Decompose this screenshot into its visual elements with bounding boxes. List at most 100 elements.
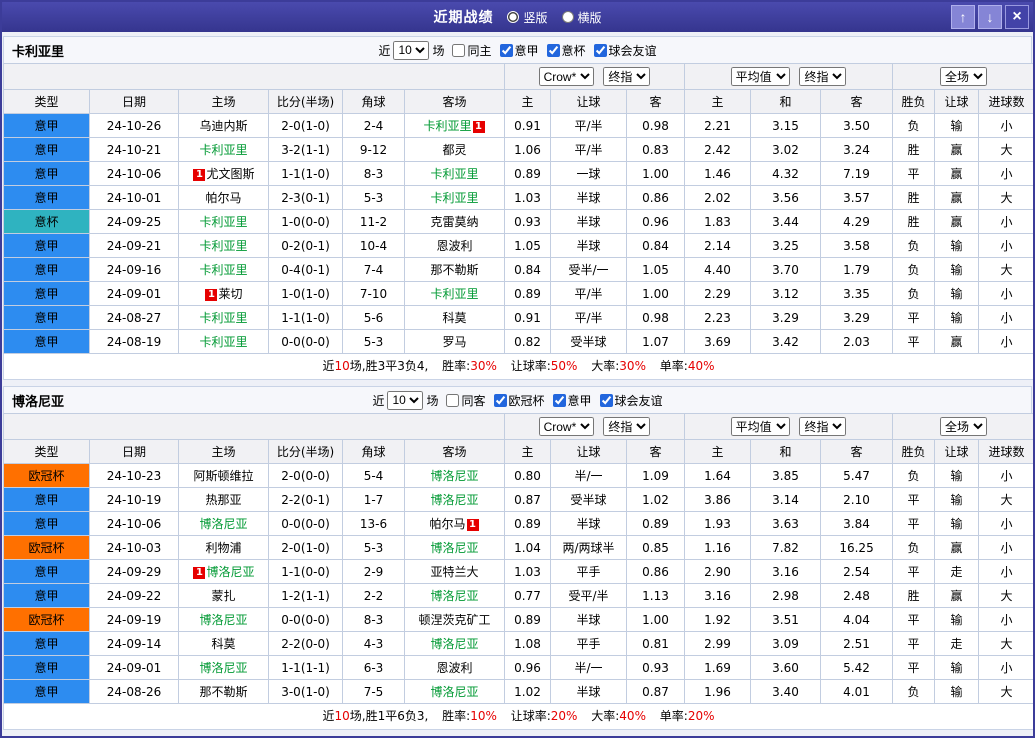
home-team: 利物浦	[178, 535, 269, 560]
recent-count-select[interactable]: 10	[387, 390, 424, 410]
same-venue-checkbox[interactable]	[446, 393, 460, 407]
filter-ucl[interactable]: 欧冠杯	[493, 392, 545, 409]
closing-odds-select[interactable]: 终指	[603, 417, 651, 436]
match-row: 意甲 24-09-21 卡利亚里 0-2(0-1) 10-4 恩波利 1.05 半球 0.84 2…	[3, 233, 1033, 258]
average-select[interactable]: 平均值	[730, 67, 790, 86]
match-row: 意甲 24-09-16 卡利亚里 0-4(0-1) 7-4 那不勒斯 0.84 受半/一 1.0…	[3, 257, 1033, 282]
horizontal-radio[interactable]	[561, 11, 574, 23]
filter-coppa[interactable]: 意杯	[546, 42, 586, 59]
scroll-down-button[interactable]: ↓	[978, 5, 1002, 29]
result-handicap: 走	[934, 631, 980, 656]
layout-option-horizontal[interactable]: 横版	[561, 9, 602, 26]
filter-serie-a[interactable]: 意甲	[552, 392, 592, 409]
team-name: 莱切	[218, 287, 243, 301]
team-name: 恩波利	[436, 239, 473, 253]
result-outcome: 胜	[892, 583, 936, 608]
match-row: 欧冠杯 24-10-03 利物浦 2-0(1-0) 5-3 博洛尼亚 1.04 两/两球半 0.…	[3, 535, 1033, 560]
vertical-radio[interactable]	[507, 11, 520, 23]
handicap-line: 受半球	[550, 329, 627, 354]
result-outcome: 平	[892, 607, 936, 632]
result-goals: 大	[978, 185, 1033, 210]
friendly-checkbox[interactable]	[599, 393, 613, 407]
home-odds: 0.89	[504, 607, 551, 632]
serie-a-checkbox[interactable]	[499, 43, 513, 57]
result-outcome: 平	[892, 329, 936, 354]
corner-score: 5-6	[342, 305, 405, 330]
bookmaker-select[interactable]: Crow*	[538, 67, 594, 86]
same-venue-checkbox[interactable]	[452, 43, 466, 57]
home-odds: 1.03	[504, 559, 551, 584]
avg-away-odds: 3.50	[820, 113, 894, 138]
average-closing-select[interactable]: 终指	[799, 67, 847, 86]
away-team: 博洛尼亚	[404, 679, 505, 704]
over-rate-label: 大率:	[591, 359, 620, 373]
games-label: 场	[426, 393, 439, 408]
col-date: 日期	[89, 89, 179, 114]
match-date: 24-10-03	[89, 535, 179, 560]
recent-count-select[interactable]: 10	[393, 40, 430, 60]
avg-away-odds: 1.79	[820, 257, 894, 282]
closing-odds-select[interactable]: 终指	[603, 67, 651, 86]
result-outcome: 平	[892, 511, 936, 536]
away-team: 都灵	[404, 137, 505, 162]
filter-friendly[interactable]: 球会友谊	[593, 42, 657, 59]
filter-serie-a[interactable]: 意甲	[499, 42, 539, 59]
result-handicap: 输	[934, 679, 980, 704]
average-select[interactable]: 平均值	[730, 417, 790, 436]
team-name: 那不勒斯	[430, 263, 479, 277]
scope-select[interactable]: 全场	[940, 417, 988, 436]
result-handicap: 输	[934, 511, 980, 536]
result-handicap: 赢	[934, 209, 980, 234]
avg-away-odds: 5.42	[820, 655, 894, 680]
corner-score: 10-4	[342, 233, 405, 258]
away-odds: 0.96	[625, 209, 686, 234]
over-rate-value: 30%	[619, 359, 646, 373]
avg-draw-odds: 7.82	[750, 535, 822, 560]
match-score: 0-0(0-0)	[268, 329, 343, 354]
team-name: 卡利亚里	[430, 287, 479, 301]
result-goals: 大	[978, 487, 1033, 512]
filter-friendly[interactable]: 球会友谊	[599, 392, 663, 409]
coppa-checkbox[interactable]	[546, 43, 560, 57]
odds-source-row: Crow* 终指 平均值 终指 全场	[3, 63, 1033, 90]
result-goals: 大	[978, 257, 1033, 282]
average-closing-select[interactable]: 终指	[799, 417, 847, 436]
horizontal-radio-label: 横版	[577, 10, 602, 25]
match-score: 1-0(1-0)	[268, 281, 343, 306]
handicap-line: 平/半	[550, 305, 627, 330]
layout-option-vertical[interactable]: 竖版	[507, 9, 548, 26]
summary-text: 近	[322, 359, 335, 373]
friendly-checkbox[interactable]	[593, 43, 607, 57]
home-team: 帕尔马	[178, 185, 269, 210]
league-type-badge: 意甲	[3, 655, 90, 680]
bookmaker-select[interactable]: Crow*	[538, 417, 594, 436]
scope-select[interactable]: 全场	[940, 67, 988, 86]
avg-draw-odds: 2.98	[750, 583, 822, 608]
win-rate-label: 胜率:	[442, 709, 471, 723]
serie-a-checkbox[interactable]	[552, 393, 566, 407]
handicap-line: 半球	[550, 679, 627, 704]
ucl-checkbox[interactable]	[493, 393, 507, 407]
result-goals: 小	[978, 655, 1033, 680]
home-team: 卡利亚里	[178, 137, 269, 162]
home-odds: 0.89	[504, 511, 551, 536]
checkbox-label: 同客	[461, 393, 486, 408]
close-button[interactable]: ×	[1005, 5, 1029, 29]
avg-away-odds: 3.84	[820, 511, 894, 536]
result-handicap: 输	[934, 655, 980, 680]
home-team: 卡利亚里	[178, 329, 269, 354]
checkbox-label: 意甲	[567, 393, 592, 408]
avg-draw-odds: 3.85	[750, 463, 822, 488]
filter-same-venue[interactable]: 同客	[446, 392, 486, 409]
avg-draw-odds: 3.40	[750, 679, 822, 704]
column-header-row: 类型 日期 主场 比分(半场) 角球 客场 主 让球 客 主 和 客 胜负 让球	[3, 89, 1033, 114]
filter-same-venue[interactable]: 同主	[452, 42, 492, 59]
checkbox-label: 欧冠杯	[508, 393, 545, 408]
avg-home-odds: 1.83	[684, 209, 752, 234]
result-goals: 小	[978, 329, 1033, 354]
scroll-up-button[interactable]: ↑	[951, 5, 975, 29]
avg-draw-odds: 3.14	[750, 487, 822, 512]
avg-away-odds: 7.19	[820, 161, 894, 186]
avg-draw-odds: 3.42	[750, 329, 822, 354]
away-team: 博洛尼亚	[404, 487, 505, 512]
